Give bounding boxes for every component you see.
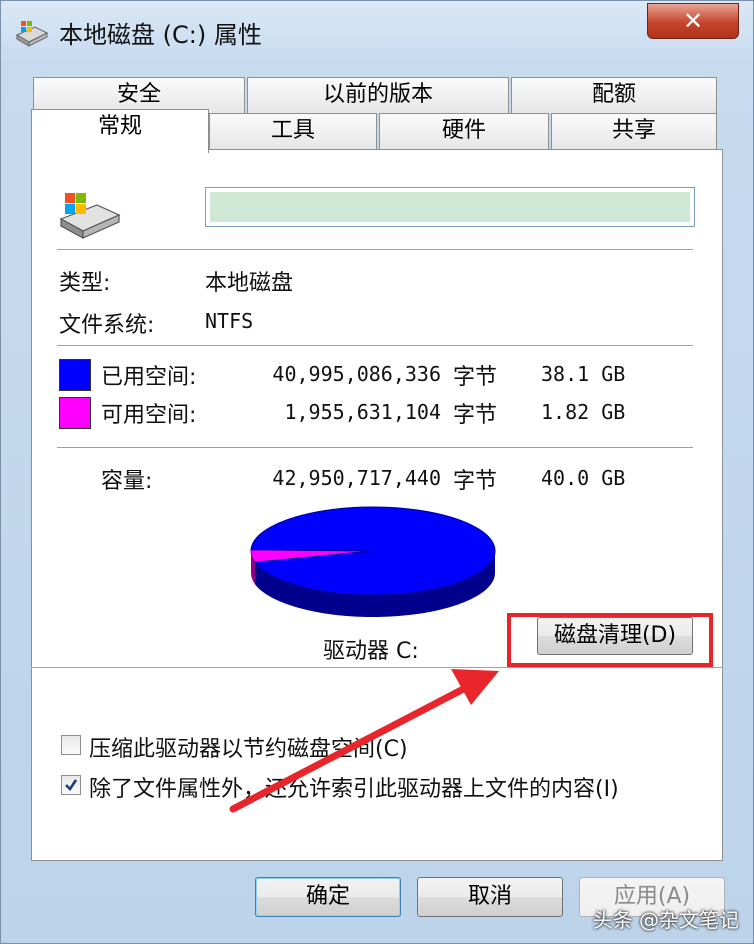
capacity-label: 容量: [101, 469, 153, 494]
type-label: 类型: [59, 271, 111, 296]
checkmark-icon [65, 779, 78, 792]
disk-usage-pie-chart [250, 506, 496, 617]
free-space-size: 1.82 GB [541, 400, 626, 424]
compress-checkbox-label[interactable]: 压缩此驱动器以节约磁盘空间(C) [89, 731, 408, 763]
filesystem-value: NTFS [205, 309, 254, 333]
watermark: 头条 @杂文笔记 [592, 908, 739, 932]
separator [57, 249, 693, 250]
cancel-button[interactable]: 取消 [417, 877, 563, 917]
capacity-size: 40.0 GB [541, 466, 626, 490]
used-space-label: 已用空间: [101, 365, 197, 390]
filesystem-label: 文件系统: [59, 313, 155, 338]
capacity-unit: 字节 [453, 469, 498, 494]
index-checkbox[interactable] [61, 775, 81, 795]
properties-window: 本地磁盘 (C:) 属性 ✕ 安全 以前的版本 配额 常规 工具 硬件 共享 类… [0, 0, 754, 944]
free-space-label: 可用空间: [101, 403, 197, 428]
index-checkbox-label[interactable]: 除了文件属性外，还允许索引此驱动器上文件的内容(I) [89, 771, 619, 803]
free-space-swatch [59, 397, 91, 429]
volume-name-selection [210, 192, 690, 222]
used-space-size: 38.1 GB [541, 362, 626, 386]
used-space-bytes: 40,995,086,336 [272, 362, 441, 386]
free-space-unit: 字节 [453, 403, 498, 428]
drive-label: 驱动器 C: [323, 639, 419, 664]
compress-checkbox[interactable] [61, 735, 81, 755]
ok-button[interactable]: 确定 [255, 877, 401, 917]
type-value: 本地磁盘 [205, 271, 294, 296]
used-space-swatch [59, 359, 91, 391]
capacity-bytes: 42,950,717,440 [272, 466, 441, 490]
separator [57, 447, 693, 448]
separator [57, 345, 693, 346]
drive-large-icon [59, 193, 121, 240]
annotation-highlight-box [507, 613, 713, 667]
separator [31, 667, 723, 668]
volume-name-input[interactable] [205, 187, 695, 227]
free-space-bytes: 1,955,631,104 [284, 400, 441, 424]
used-space-unit: 字节 [453, 365, 498, 390]
